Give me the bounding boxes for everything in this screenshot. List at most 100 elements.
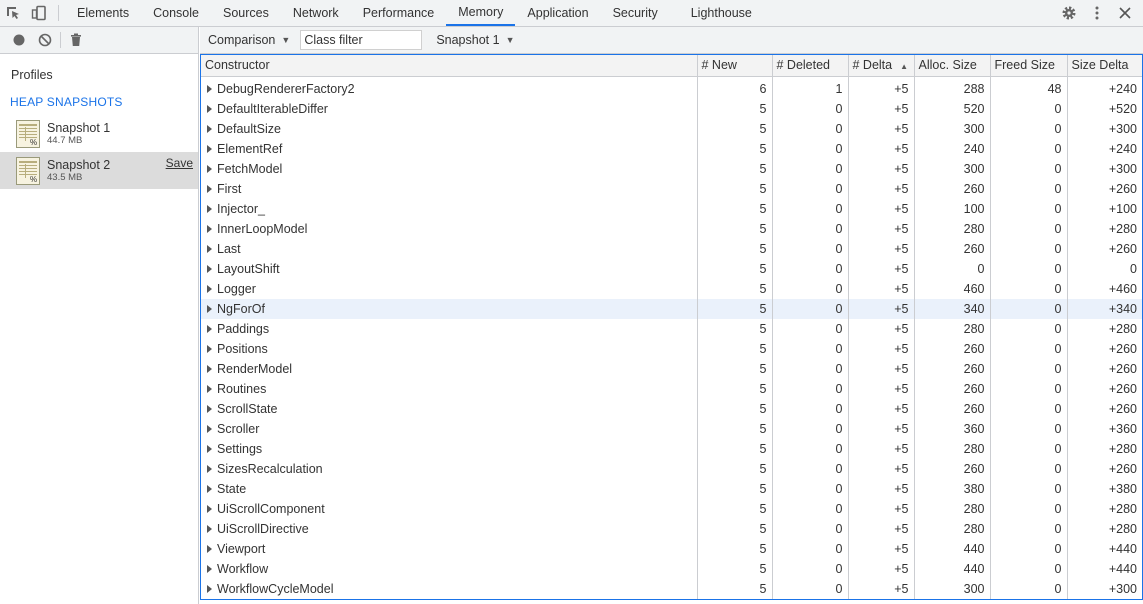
column-header-size-delta[interactable]: Size Delta xyxy=(1067,55,1142,77)
expand-triangle-icon[interactable] xyxy=(207,265,212,273)
value-cell: +5 xyxy=(848,399,915,419)
expand-triangle-icon[interactable] xyxy=(207,405,212,413)
table-row[interactable]: State 5 0 +5 380 0 +380 xyxy=(201,479,1142,499)
device-toolbar-icon[interactable] xyxy=(26,0,52,26)
table-row[interactable]: DefaultSize 5 0 +5 300 0 +300 xyxy=(201,119,1142,139)
tab-lighthouse[interactable]: Lighthouse xyxy=(670,0,764,26)
base-snapshot-select[interactable]: Snapshot 1 ▼ xyxy=(428,29,522,51)
expand-triangle-icon[interactable] xyxy=(207,485,212,493)
gear-icon[interactable] xyxy=(1055,0,1083,27)
expand-triangle-icon[interactable] xyxy=(207,165,212,173)
table-row[interactable]: UiScrollComponent 5 0 +5 280 0 +280 xyxy=(201,499,1142,519)
view-mode-select[interactable]: Comparison ▼ xyxy=(200,29,298,51)
table-row[interactable]: Positions 5 0 +5 260 0 +260 xyxy=(201,339,1142,359)
tab-console[interactable]: Console xyxy=(141,0,211,26)
tab-security[interactable]: Security xyxy=(601,0,670,26)
expand-triangle-icon[interactable] xyxy=(207,305,212,313)
table-row[interactable]: DebugRendererFactory2 6 1 +5 288 48 +240 xyxy=(201,79,1142,99)
expand-triangle-icon[interactable] xyxy=(207,345,212,353)
value-cell: 280 xyxy=(914,519,991,539)
column-header-constructor[interactable]: Constructor xyxy=(201,55,698,77)
table-row[interactable]: ElementRef 5 0 +5 240 0 +240 xyxy=(201,139,1142,159)
value-cell: +360 xyxy=(1108,422,1137,436)
expand-triangle-icon[interactable] xyxy=(207,365,212,373)
table-row[interactable]: FetchModel 5 0 +5 300 0 +300 xyxy=(201,159,1142,179)
table-row[interactable]: DefaultIterableDiffer 5 0 +5 520 0 +520 xyxy=(201,99,1142,119)
value-cell: +260 xyxy=(1108,382,1137,396)
expand-triangle-icon[interactable] xyxy=(207,105,212,113)
value-cell: +5 xyxy=(848,159,915,179)
expand-triangle-icon[interactable] xyxy=(207,505,212,513)
constructor-cell: LayoutShift xyxy=(201,259,698,279)
trash-icon[interactable] xyxy=(63,27,89,53)
table-row[interactable]: ScrollState 5 0 +5 260 0 +260 xyxy=(201,399,1142,419)
expand-triangle-icon[interactable] xyxy=(207,585,212,593)
expand-triangle-icon[interactable] xyxy=(207,205,212,213)
expand-triangle-icon[interactable] xyxy=(207,185,212,193)
table-row[interactable]: LayoutShift 5 0 +5 0 0 0 xyxy=(201,259,1142,279)
table-row[interactable]: SizesRecalculation 5 0 +5 260 0 +260 xyxy=(201,459,1142,479)
table-row[interactable]: Last 5 0 +5 260 0 +260 xyxy=(201,239,1142,259)
constructor-name: WorkflowCycleModel xyxy=(217,582,334,596)
constructor-cell: UiScrollDirective xyxy=(201,519,698,539)
expand-triangle-icon[interactable] xyxy=(207,225,212,233)
table-row[interactable]: WorkflowCycleModel 5 0 +5 300 0 +300 xyxy=(201,579,1142,599)
expand-triangle-icon[interactable] xyxy=(207,245,212,253)
more-vertical-icon[interactable] xyxy=(1083,0,1111,27)
constructor-name: Scroller xyxy=(217,422,260,436)
table-header: Constructor # New # Deleted # Delta ▲ All… xyxy=(201,55,1142,77)
tab-application[interactable]: Application xyxy=(515,0,600,26)
svg-text:%: % xyxy=(30,175,37,184)
save-snapshot-link[interactable]: Save xyxy=(166,156,193,170)
snapshot-item-1[interactable]: % Snapshot 1 44.7 MB xyxy=(0,115,198,152)
value-cell: +300 xyxy=(1108,122,1137,136)
tab-sources[interactable]: Sources xyxy=(211,0,281,26)
value-cell: +5 xyxy=(848,179,915,199)
clear-icon[interactable] xyxy=(32,27,58,53)
expand-triangle-icon[interactable] xyxy=(207,425,212,433)
record-icon[interactable] xyxy=(6,27,32,53)
expand-triangle-icon[interactable] xyxy=(207,445,212,453)
column-header-delta[interactable]: # Delta ▲ xyxy=(848,55,915,77)
table-row[interactable]: InnerLoopModel 5 0 +5 280 0 +280 xyxy=(201,219,1142,239)
expand-triangle-icon[interactable] xyxy=(207,125,212,133)
column-header-freed-size[interactable]: Freed Size xyxy=(990,55,1068,77)
chevron-down-icon: ▼ xyxy=(281,35,291,45)
expand-triangle-icon[interactable] xyxy=(207,145,212,153)
table-row[interactable]: Viewport 5 0 +5 440 0 +440 xyxy=(201,539,1142,559)
expand-triangle-icon[interactable] xyxy=(207,565,212,573)
table-row[interactable]: Paddings 5 0 +5 280 0 +280 xyxy=(201,319,1142,339)
table-row[interactable]: Settings 5 0 +5 280 0 +280 xyxy=(201,439,1142,459)
expand-triangle-icon[interactable] xyxy=(207,465,212,473)
close-icon[interactable] xyxy=(1111,0,1139,27)
table-row[interactable]: RenderModel 5 0 +5 260 0 +260 xyxy=(201,359,1142,379)
value-cell: +260 xyxy=(1108,462,1137,476)
tab-network[interactable]: Network xyxy=(281,0,351,26)
value-cell: 5 xyxy=(697,159,773,179)
class-filter-input[interactable] xyxy=(300,30,423,50)
expand-triangle-icon[interactable] xyxy=(207,545,212,553)
column-header-alloc-size[interactable]: Alloc. Size xyxy=(914,55,991,77)
tab-elements[interactable]: Elements xyxy=(65,0,141,26)
table-row[interactable]: First 5 0 +5 260 0 +260 xyxy=(201,179,1142,199)
chevron-down-icon: ▼ xyxy=(505,35,515,45)
table-row[interactable]: Logger 5 0 +5 460 0 +460 xyxy=(201,279,1142,299)
value-cell: +5 xyxy=(848,339,915,359)
expand-triangle-icon[interactable] xyxy=(207,285,212,293)
expand-triangle-icon[interactable] xyxy=(207,525,212,533)
snapshot-item-2[interactable]: % Snapshot 2 43.5 MB Save xyxy=(0,152,198,189)
expand-triangle-icon[interactable] xyxy=(207,385,212,393)
table-row[interactable]: UiScrollDirective 5 0 +5 280 0 +280 xyxy=(201,519,1142,539)
tab-memory[interactable]: Memory xyxy=(446,0,516,26)
tab-performance[interactable]: Performance xyxy=(351,0,447,26)
table-row[interactable]: NgForOf 5 0 +5 340 0 +340 xyxy=(201,299,1142,319)
table-row[interactable]: Injector_ 5 0 +5 100 0 +100 xyxy=(201,199,1142,219)
table-row[interactable]: Scroller 5 0 +5 360 0 +360 xyxy=(201,419,1142,439)
column-header-deleted[interactable]: # Deleted xyxy=(772,55,849,77)
expand-triangle-icon[interactable] xyxy=(207,325,212,333)
table-row[interactable]: Workflow 5 0 +5 440 0 +440 xyxy=(201,559,1142,579)
table-row[interactable]: Routines 5 0 +5 260 0 +260 xyxy=(201,379,1142,399)
expand-triangle-icon[interactable] xyxy=(207,85,212,93)
inspect-element-icon[interactable] xyxy=(0,0,26,26)
column-header-new[interactable]: # New xyxy=(697,55,773,77)
